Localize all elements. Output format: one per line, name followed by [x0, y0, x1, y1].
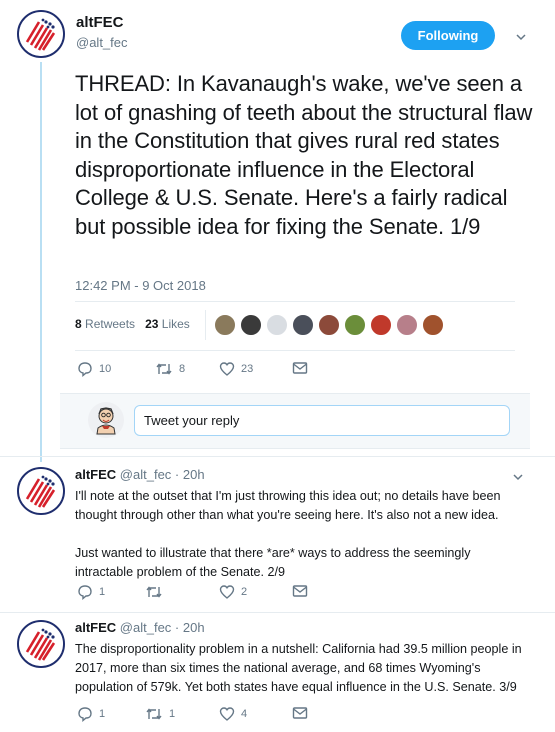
- tweet-text: THREAD: In Kavanaugh's wake, we've seen …: [75, 71, 533, 239]
- reply-icon: [78, 362, 92, 377]
- reply-header: altFEC @alt_fec · 20h: [75, 620, 205, 635]
- liker-avatar[interactable]: [396, 314, 418, 336]
- reply-text: The disproportionality problem in a nuts…: [75, 642, 522, 694]
- divider: [75, 350, 515, 351]
- engagement-stats: 8 Retweets 23 Likes: [75, 317, 190, 331]
- like-action[interactable]: 4: [219, 706, 247, 722]
- liker-avatar[interactable]: [240, 314, 262, 336]
- liker-avatar[interactable]: [370, 314, 392, 336]
- liker-avatar[interactable]: [214, 314, 236, 336]
- reply-action[interactable]: 10: [77, 361, 111, 377]
- reply-composer: [60, 393, 530, 449]
- author-name[interactable]: altFEC: [76, 14, 124, 31]
- liker-avatar[interactable]: [266, 314, 288, 336]
- reply-icon: [78, 707, 92, 722]
- like-action[interactable]: 23: [219, 361, 253, 377]
- retweet-icon: [156, 363, 172, 375]
- reply-action[interactable]: 1: [77, 706, 105, 722]
- thread-connector: [40, 62, 42, 462]
- retweet-icon: [146, 708, 162, 720]
- divider: [0, 456, 555, 457]
- retweet-action[interactable]: [145, 584, 169, 600]
- likes-stat[interactable]: 23 Likes: [145, 317, 190, 331]
- reply-action[interactable]: 1: [77, 584, 105, 600]
- message-action[interactable]: [292, 706, 308, 720]
- retweet-icon: [146, 586, 162, 598]
- message-icon: [292, 362, 308, 374]
- avatar: [88, 402, 124, 438]
- reply-time[interactable]: 20h: [183, 467, 205, 482]
- author-handle[interactable]: @alt_fec: [120, 620, 172, 635]
- message-icon: [292, 707, 308, 719]
- avatar[interactable]: [17, 620, 65, 668]
- retweet-action[interactable]: 8: [155, 361, 185, 377]
- author-name[interactable]: altFEC: [75, 620, 116, 635]
- avatar[interactable]: [17, 10, 65, 58]
- tweet-timestamp[interactable]: 12:42 PM - 9 Oct 2018: [75, 278, 206, 293]
- like-icon: [219, 362, 235, 376]
- altfec-logo: [19, 622, 63, 666]
- reply-input[interactable]: [134, 405, 510, 436]
- chevron-down-icon[interactable]: [512, 471, 524, 483]
- retweet-action[interactable]: 1: [145, 706, 175, 722]
- liker-avatar[interactable]: [318, 314, 340, 336]
- message-action[interactable]: [292, 361, 308, 375]
- divider: [0, 612, 555, 613]
- like-icon: [219, 707, 235, 721]
- author-handle[interactable]: @alt_fec: [120, 467, 172, 482]
- liker-avatar[interactable]: [292, 314, 314, 336]
- like-action[interactable]: 2: [219, 584, 247, 600]
- liker-avatar[interactable]: [422, 314, 444, 336]
- divider: [205, 310, 206, 340]
- altfec-logo: [19, 12, 63, 56]
- like-icon: [219, 585, 235, 599]
- user-avatar-icon: [96, 407, 116, 435]
- following-button[interactable]: Following: [401, 21, 495, 50]
- divider: [75, 301, 515, 302]
- message-action[interactable]: [292, 584, 308, 598]
- avatar[interactable]: [17, 467, 65, 515]
- chevron-down-icon[interactable]: [515, 31, 527, 43]
- author-name[interactable]: altFEC: [75, 467, 116, 482]
- reply-icon: [78, 585, 92, 600]
- liker-avatar[interactable]: [344, 314, 366, 336]
- altfec-logo: [19, 469, 63, 513]
- author-handle[interactable]: @alt_fec: [76, 35, 128, 50]
- reply-header: altFEC @alt_fec · 20h: [75, 467, 205, 482]
- main-tweet-header: altFEC @alt_fec Following: [0, 0, 555, 62]
- retweets-stat[interactable]: 8 Retweets: [75, 317, 135, 331]
- message-icon: [292, 585, 308, 597]
- reply-text: I'll note at the outset that I'm just th…: [75, 489, 501, 579]
- reply-time[interactable]: 20h: [183, 620, 205, 635]
